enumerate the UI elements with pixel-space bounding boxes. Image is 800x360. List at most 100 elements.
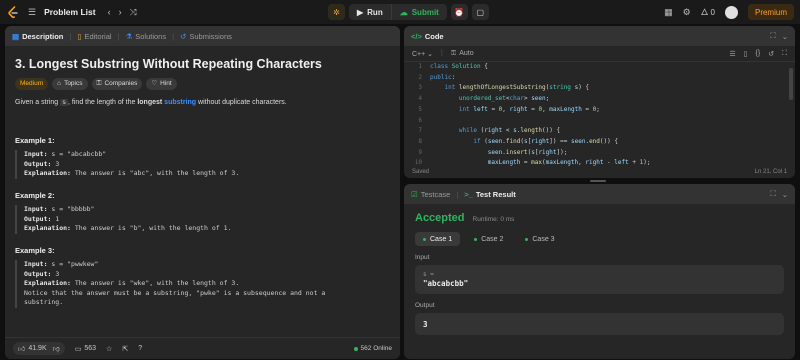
auto-complete-toggle[interactable]: ⚿ Auto xyxy=(451,50,474,58)
tab-code[interactable]: </> Code xyxy=(411,32,444,41)
output-box: 3 xyxy=(415,313,784,335)
submit-label: Submit xyxy=(411,7,439,17)
description-footer: 👍︎ 41.9K 👎︎ ▭ 563 ☆ ⇱ ? 562 Online xyxy=(5,337,400,359)
submit-button[interactable]: ☁ Submit xyxy=(392,4,447,20)
fullscreen-icon[interactable]: ⛶ xyxy=(782,50,787,58)
difficulty-badge: Medium xyxy=(15,78,49,91)
result-status: Accepted xyxy=(415,212,465,224)
alarm-icon: ⏰ xyxy=(454,7,465,17)
top-bar: ☰ Problem List ‹ › ⤨ ✲ ▶ Run ☁ Submit ⏰ … xyxy=(0,0,800,24)
example-2: Example 2: Input: s = "bbbbb" Output: 1 … xyxy=(15,191,390,234)
code-header: </> Code ⛶ ⌄ xyxy=(404,26,795,46)
input-label: Input xyxy=(415,254,430,261)
code-brackets-icon: </> xyxy=(411,31,422,41)
shuffle-icon[interactable]: ⤨ xyxy=(130,7,137,17)
next-problem-icon[interactable]: › xyxy=(119,7,122,17)
topics-chip[interactable]: ⌂ Topics xyxy=(52,78,88,91)
streak-count: 0 xyxy=(710,7,715,17)
bug-icon: ✲ xyxy=(333,7,340,17)
share-icon[interactable]: ⇱ xyxy=(122,345,128,353)
tab-test-result[interactable]: >_ Test Result xyxy=(464,190,515,199)
panel-resize-handle[interactable] xyxy=(590,180,606,182)
help-icon[interactable]: ? xyxy=(138,345,142,352)
saved-status: Saved xyxy=(412,169,430,175)
tag-icon: ⌂ xyxy=(57,80,62,88)
description-panel: ▤ Description | ▯ Editorial | ⚗ Solution… xyxy=(5,26,400,359)
run-label: Run xyxy=(367,7,383,17)
tab-testcase[interactable]: ☑ Testcase xyxy=(411,190,450,199)
comment-icon: ▭ xyxy=(74,345,82,353)
maximize-icon[interactable]: ⛶ xyxy=(770,189,775,199)
timer-button[interactable]: ⏰ xyxy=(450,4,468,20)
bookmark-icon[interactable]: ▯ xyxy=(744,50,748,58)
history-icon: ↺ xyxy=(180,31,187,41)
flask-icon: ⚗ xyxy=(125,31,133,41)
lock-icon: ⚿ xyxy=(96,80,102,88)
online-count: 562 Online xyxy=(353,345,392,352)
collapse-icon[interactable]: ⌄ xyxy=(782,190,788,199)
reset-icon[interactable]: ↺ xyxy=(768,50,774,58)
lock-icon: ⚿ xyxy=(450,49,457,57)
maximize-icon[interactable]: ⛶ xyxy=(770,31,775,41)
code-editor[interactable]: 1 class Solution { 2 public: 3 int lengthO… xyxy=(404,62,795,166)
case-1-tab[interactable]: Case 1 xyxy=(415,232,461,246)
companies-chip[interactable]: ⚿ Companies xyxy=(91,78,143,91)
terminal-icon: >_ xyxy=(464,189,473,199)
like-button[interactable]: 👍︎ 41.9K 👎︎ xyxy=(13,342,65,355)
checkbox-icon: ☑ xyxy=(411,189,418,199)
cloud-upload-icon: ☁ xyxy=(399,7,408,17)
problem-list-title[interactable]: Problem List xyxy=(44,7,95,17)
streak-fire-icon[interactable]: 🜂 xyxy=(701,7,709,17)
run-button[interactable]: ▶ Run xyxy=(349,4,392,20)
debug-button[interactable]: ✲ xyxy=(328,4,345,20)
thumbs-up-icon: 👍︎ xyxy=(18,346,26,353)
hint-chip[interactable]: ♡ Hint xyxy=(146,78,177,91)
tab-submissions[interactable]: ↺ Submissions xyxy=(180,32,232,41)
output-label: Output xyxy=(415,302,435,309)
document-icon: ▤ xyxy=(12,31,20,41)
collapse-icon[interactable]: ⌄ xyxy=(782,32,788,41)
notes-button[interactable]: ▢ xyxy=(471,4,489,20)
cursor-position: Ln 21, Col 1 xyxy=(754,169,787,175)
tab-editorial[interactable]: ▯ Editorial xyxy=(77,32,111,41)
premium-button[interactable]: Premium xyxy=(747,4,794,20)
case-3-tab[interactable]: Case 3 xyxy=(517,232,562,246)
thumbs-down-icon[interactable]: 👎︎ xyxy=(53,344,60,353)
pass-dot-icon xyxy=(474,237,478,241)
star-icon[interactable]: ☆ xyxy=(106,345,112,353)
problem-list-icon[interactable]: ☰ xyxy=(28,7,36,17)
input-value: "abcabcbb" xyxy=(423,279,469,288)
output-value: 3 xyxy=(423,320,428,329)
code-scrollbar[interactable] xyxy=(789,68,793,100)
online-dot xyxy=(353,346,358,351)
lightbulb-icon: ♡ xyxy=(151,80,158,88)
example-1: Example 1: Input: s = "abcabcbb" Output:… xyxy=(15,136,390,179)
leetcode-logo-icon[interactable] xyxy=(6,5,20,19)
pass-dot-icon xyxy=(525,237,529,241)
inline-code: s xyxy=(60,99,69,107)
layout-icon[interactable]: ▦ xyxy=(664,7,673,17)
note-icon: ▢ xyxy=(476,7,485,17)
like-count: 41.9K xyxy=(28,345,47,352)
problem-statement: Given a string s, find the length of the… xyxy=(15,99,287,107)
language-select[interactable]: C++ ⌄ xyxy=(412,50,433,58)
result-tabs: ☑ Testcase | >_ Test Result ⛶ ⌄ xyxy=(404,184,795,204)
problem-title: 3. Longest Substring Without Repeating C… xyxy=(15,57,322,71)
case-2-tab[interactable]: Case 2 xyxy=(466,232,511,246)
pass-dot-icon xyxy=(423,237,426,241)
comments-button[interactable]: ▭ 563 xyxy=(75,345,96,353)
code-panel: </> Code ⛶ ⌄ C++ ⌄ | ⚿ Auto ☰ ▯ {} ↺ ⛶ 1… xyxy=(404,26,795,178)
avatar[interactable] xyxy=(724,5,738,19)
play-icon: ▶ xyxy=(357,7,364,17)
tab-description[interactable]: ▤ Description xyxy=(12,32,63,41)
example-3: Example 3: Input: s = "pwwkew" Output: 3… xyxy=(15,246,390,308)
input-box: s = "abcabcbb" xyxy=(415,265,784,294)
tab-solutions[interactable]: ⚗ Solutions xyxy=(126,32,167,41)
book-icon: ▯ xyxy=(77,31,82,41)
code-toolbar: C++ ⌄ | ⚿ Auto ☰ ▯ {} ↺ ⛶ xyxy=(404,46,795,62)
format-icon[interactable]: ☰ xyxy=(729,50,735,58)
substring-link[interactable]: substring xyxy=(164,99,196,106)
prev-problem-icon[interactable]: ‹ xyxy=(108,7,111,17)
settings-gear-icon[interactable]: ⚙ xyxy=(683,7,691,17)
braces-icon[interactable]: {} xyxy=(756,50,761,57)
